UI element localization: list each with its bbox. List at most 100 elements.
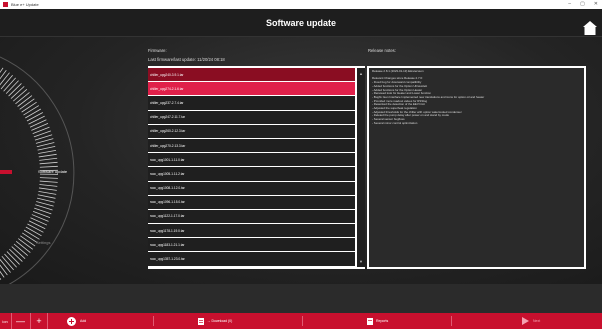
firmware-list-item[interactable]: racc_upg1008-1.12.0.tar	[148, 181, 355, 196]
page-title: Software update	[265, 18, 336, 28]
window-titlebar: Blue e+ Update – ▢ ✕	[0, 0, 602, 9]
dial-tick	[37, 145, 56, 151]
sidebar-item-settings[interactable]: Settings	[36, 240, 50, 245]
dial-tick	[29, 119, 47, 128]
dial-tick	[36, 142, 55, 148]
dial-tick	[30, 217, 48, 226]
firmware-list-item[interactable]: racc_upg1096-1.15.0.tar	[148, 195, 355, 210]
release-notes-text[interactable]: Release 2.8.1 (2023-01-13) Ekretersson R…	[369, 68, 584, 267]
firmware-list-item[interactable]: chiller_upg247-2.11.7.tar	[148, 110, 355, 125]
sidebar-item-software-update[interactable]: Software update	[38, 169, 67, 174]
download-button[interactable]: → Download (0)	[198, 313, 232, 329]
firmware-list-item[interactable]: chiller_upg274-2.1.6.tar	[148, 82, 355, 97]
zoom-out-button[interactable]: —	[11, 313, 29, 329]
firmware-list-item[interactable]: racc_upg1183-1.21.1.tar	[148, 238, 355, 253]
firmware-list-item[interactable]: racc_upg1122-1.17.0.tar	[148, 209, 355, 225]
app-header: Software update	[0, 9, 602, 37]
firmware-scrollbar[interactable]: ▲ ▼	[356, 68, 365, 267]
dial-tick	[5, 80, 19, 94]
scroll-up-icon[interactable]: ▲	[357, 71, 365, 76]
dial-tick	[13, 243, 29, 256]
dial-tick	[37, 197, 55, 203]
dial-tick	[39, 184, 58, 187]
download-icon	[198, 317, 204, 325]
reports-button[interactable]: Reports	[367, 313, 388, 329]
dial-tick	[38, 153, 57, 158]
dial-tick	[9, 248, 23, 262]
play-icon	[522, 317, 529, 325]
dial-tick	[39, 161, 58, 165]
dial-tick	[15, 241, 31, 253]
rotary-menu[interactable]	[0, 37, 130, 284]
dial-tick	[25, 108, 42, 119]
maximize-button[interactable]: ▢	[580, 1, 585, 7]
firmware-list-item[interactable]: chiller_upg270-2.13.3.tar	[148, 138, 355, 154]
dial-tick	[3, 77, 16, 92]
reports-label: Reports	[376, 319, 389, 323]
dial-tick	[20, 235, 36, 247]
dial-tick	[8, 83, 22, 97]
dial-tick	[36, 201, 54, 207]
last-update-label: Last firmware/last update: 11/20/24 08:1…	[148, 57, 225, 62]
dial-tick	[10, 86, 25, 99]
dial-tick	[31, 214, 49, 222]
add-label: Add	[80, 319, 87, 323]
window-title: Blue e+ Update	[11, 2, 39, 7]
release-note-line: - Several minor control optimization	[372, 121, 418, 125]
dial-tick	[38, 187, 57, 191]
dial-tick	[11, 246, 26, 259]
firmware-list-item[interactable]: racc_upg1178-1.19.0.tar	[148, 224, 355, 239]
dial-tick	[18, 238, 33, 250]
close-button[interactable]: ✕	[594, 1, 598, 7]
firmware-list[interactable]: chiller_upg240-3.9.1.tar chiller_upg274-2…	[148, 68, 355, 267]
firmware-list-item[interactable]: chiller_upg240-3.9.1.tar	[148, 68, 355, 83]
dial-tick	[1, 256, 14, 271]
dial-tick	[39, 165, 58, 168]
add-button[interactable]: Add	[67, 313, 86, 329]
firmware-list-item[interactable]: chiller_upg237-2.7.4.tar	[148, 96, 355, 111]
dial-tick	[37, 194, 56, 199]
app-icon	[3, 2, 8, 7]
dial-tick	[19, 98, 35, 110]
firmware-list-item[interactable]: racc_upg1001-1.11.0.tar	[148, 153, 355, 168]
dial-tick	[23, 105, 39, 116]
plus-circle-icon	[67, 316, 76, 326]
home-icon[interactable]	[583, 21, 597, 35]
dial-tick	[39, 180, 58, 183]
zoom-label: ion	[2, 318, 8, 324]
firmware-list-item[interactable]: racc_upg1357-1.23.0.tar	[148, 252, 355, 267]
dial-tick	[38, 149, 57, 154]
dial-tick	[21, 101, 37, 113]
dial-tick	[23, 229, 40, 240]
release-notes-panel: Release 2.8.1 (2023-01-13) Ekretersson R…	[367, 66, 586, 269]
dial-tick	[26, 112, 43, 122]
dial-tick	[15, 92, 30, 105]
minimize-button[interactable]: –	[568, 1, 571, 7]
firmware-list-item[interactable]: racc_upg1005-1.11.2.tar	[148, 167, 355, 182]
firmware-label: Firmware:	[148, 48, 167, 53]
action-divider	[302, 316, 303, 326]
dial-tick	[4, 253, 17, 268]
release-notes-label: Release notes:	[368, 48, 396, 53]
dial-tick	[6, 251, 20, 265]
report-icon	[367, 317, 373, 325]
dial-tick	[39, 157, 58, 161]
dial-tick	[25, 226, 42, 237]
dial-tick	[38, 190, 57, 195]
firmware-list-item[interactable]: chiller_upg260-2.12.3.tar	[148, 124, 355, 139]
dial-tick	[17, 95, 33, 107]
dial-tick	[27, 223, 44, 233]
next-button[interactable]: Next	[522, 313, 540, 329]
active-indicator	[0, 170, 12, 174]
action-divider	[153, 316, 154, 326]
action-bar	[0, 313, 602, 329]
download-label: → Download (0)	[207, 319, 233, 323]
dial-tick	[0, 74, 13, 90]
window-controls: – ▢ ✕	[568, 1, 598, 7]
scroll-down-icon[interactable]: ▼	[357, 259, 365, 264]
firmware-list-panel: chiller_upg240-3.9.1.tar chiller_upg274-2…	[148, 66, 365, 269]
dial-tick	[28, 115, 45, 125]
next-label: Next	[533, 319, 541, 323]
zoom-in-button[interactable]: +	[30, 313, 48, 329]
action-divider	[451, 316, 452, 326]
